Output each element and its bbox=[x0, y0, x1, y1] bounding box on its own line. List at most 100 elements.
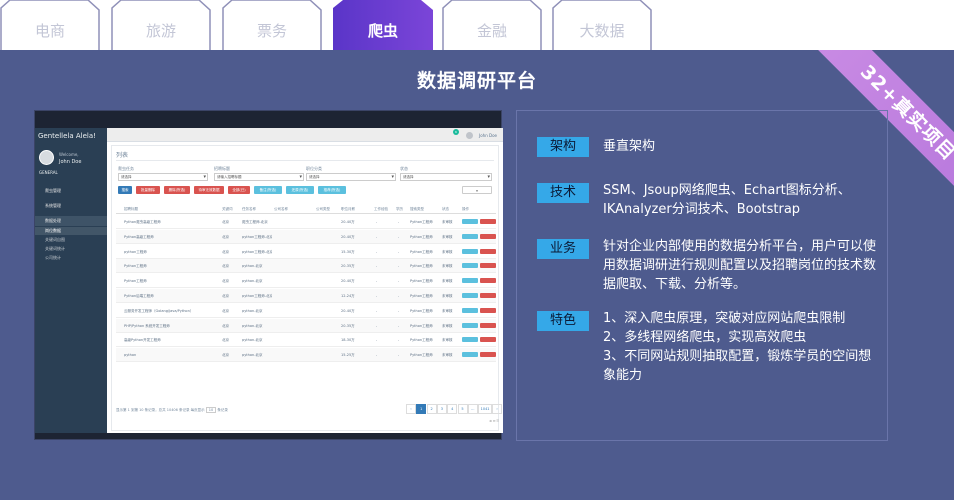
delete-row-button[interactable] bbox=[480, 293, 496, 298]
delete-row-button[interactable] bbox=[480, 352, 496, 358]
tab-travel[interactable]: 旅游 bbox=[111, 0, 211, 50]
delete-selected-button[interactable]: 删除(所选) bbox=[164, 186, 190, 194]
page-size-select[interactable]: 10 bbox=[205, 407, 217, 413]
recommend-selected-button[interactable]: 推荐(所选) bbox=[318, 186, 346, 194]
filter-select-task[interactable]: 请选择 bbox=[118, 173, 208, 181]
row-keyword: 北京 bbox=[222, 338, 229, 343]
row-status: 未审核 bbox=[442, 353, 453, 358]
filter-select-category[interactable]: 请选择 bbox=[306, 173, 396, 181]
pagination-item[interactable]: 1041 bbox=[478, 404, 493, 414]
row-experience: - bbox=[376, 323, 378, 328]
filter-select-status[interactable]: 请选择 bbox=[400, 173, 492, 181]
delete-row-button[interactable] bbox=[480, 307, 496, 313]
delete-row-button[interactable] bbox=[480, 263, 496, 269]
row-education: - bbox=[398, 323, 400, 328]
notification-badge[interactable]: 6 bbox=[453, 129, 459, 135]
topbar-avatar[interactable] bbox=[466, 132, 473, 139]
tab-ecommerce[interactable]: 电商 bbox=[0, 0, 100, 50]
pagination-item[interactable]: 5 bbox=[457, 404, 468, 414]
row-status: 未审核 bbox=[442, 308, 453, 313]
table-row[interactable]: Python工程师 北京 python-北京 20-35万 Python工程师 未审核 - - bbox=[116, 259, 496, 274]
row-status: 未审核 bbox=[442, 264, 453, 269]
table-row[interactable]: Python后端工程师 北京 python工程师-北京 12-24万 Python工程师… bbox=[116, 289, 496, 303]
table-row[interactable]: 高级Python开发工程师 北京 python-北京 18-30万 Python工程师 未… bbox=[116, 333, 496, 348]
edit-row-button[interactable] bbox=[462, 307, 478, 313]
edit-row-button[interactable] bbox=[462, 322, 478, 328]
sidebar-sub-keyword-map[interactable]: 关键词自图 bbox=[35, 236, 107, 244]
pagination-item[interactable]: 3 bbox=[436, 404, 447, 414]
delete-row-button[interactable] bbox=[480, 219, 496, 224]
table-row[interactable]: Python爬虫高级工程师 北京 爬虫工程师-北京 20-40万 Python工程师 未审… bbox=[116, 215, 496, 229]
row-education: - bbox=[398, 279, 400, 284]
row-task: python-北京 bbox=[242, 279, 263, 284]
edit-row-button[interactable] bbox=[462, 278, 478, 284]
table-footer: 显示第 1 到第 10 条记录，总共 10406 条记录 每页显示 10 条记录 bbox=[116, 407, 228, 413]
row-search-type: Python工程师 bbox=[410, 323, 433, 328]
table-row[interactable]: Python工程师 北京 python-北京 20-40万 Python工程师 未审核 - - bbox=[116, 274, 496, 289]
pagination-item[interactable]: › bbox=[492, 404, 503, 414]
footer-suffix: 条记录 bbox=[217, 408, 228, 412]
row-salary: 20-40万 bbox=[341, 234, 355, 239]
pagination-item[interactable]: 2 bbox=[426, 404, 437, 414]
sidebar-sub-keyword-stats[interactable]: 关键词统计 bbox=[35, 245, 107, 253]
pagination-item[interactable]: ... bbox=[467, 404, 478, 414]
avatar bbox=[39, 150, 54, 165]
col-experience: 工作经验 bbox=[374, 207, 388, 211]
row-title: python bbox=[124, 353, 137, 358]
pagination-item[interactable]: 1 bbox=[416, 404, 427, 414]
table-row[interactable]: PHP/Python 系统开发工程师 北京 python-北京 20-35万 Pytho… bbox=[116, 318, 496, 333]
sidebar-item-data[interactable]: 数据处理 bbox=[35, 216, 107, 226]
sidebar-sub-company-stats[interactable]: 公司统计 bbox=[35, 254, 107, 262]
col-search-type: 搜索类型 bbox=[410, 207, 424, 211]
tab-ticketing[interactable]: 票务 bbox=[222, 0, 322, 50]
invalid-data-button[interactable]: 待审无效数据 bbox=[194, 186, 224, 194]
row-search-type: Python工程师 bbox=[410, 338, 433, 343]
pagination-item[interactable]: ‹ bbox=[406, 404, 416, 414]
edit-row-button[interactable] bbox=[462, 233, 478, 239]
row-title: python工程师 bbox=[124, 249, 147, 254]
row-title: Python工程师 bbox=[124, 279, 147, 284]
edit-row-button[interactable] bbox=[462, 352, 478, 358]
row-search-type: Python工程师 bbox=[410, 294, 433, 298]
delete-row-button[interactable] bbox=[480, 233, 496, 239]
delete-row-button[interactable] bbox=[480, 278, 496, 284]
edit-row-button[interactable] bbox=[462, 219, 478, 224]
filter-input-title[interactable]: 请输入招聘标题 bbox=[214, 173, 304, 181]
restore-selected-button[interactable]: 还原(所选) bbox=[286, 186, 314, 194]
row-search-type: Python工程师 bbox=[410, 353, 433, 358]
row-salary: 20-40万 bbox=[341, 279, 355, 284]
delete-row-button[interactable] bbox=[480, 322, 496, 328]
row-education: - bbox=[398, 220, 400, 224]
row-experience: - bbox=[376, 353, 378, 358]
edit-row-button[interactable] bbox=[462, 263, 478, 269]
edit-row-button[interactable] bbox=[462, 293, 478, 298]
select-all-button[interactable]: 全部(已) bbox=[228, 186, 250, 194]
topbar-user-name[interactable]: John Doe bbox=[479, 133, 497, 138]
table-row[interactable]: 云服务开发工程师（Golang/Java/Python） 北京 python-北京 2… bbox=[116, 304, 496, 318]
table-row[interactable]: python 北京 python-北京 15-25万 Python工程师 未审核 - - bbox=[116, 348, 496, 363]
edit-row-button[interactable] bbox=[462, 248, 478, 254]
note-selected-button[interactable]: 备注(所选) bbox=[254, 186, 282, 194]
sidebar-item-system[interactable]: 系统管理 bbox=[35, 201, 107, 211]
table-row[interactable]: python工程师 北京 python工程师-北京 15-30万 Python工程师 未审… bbox=[116, 245, 496, 259]
row-status: 未审核 bbox=[442, 220, 453, 224]
col-company: 公司名称 bbox=[274, 207, 288, 211]
row-salary: 15-25万 bbox=[341, 353, 355, 358]
batch-delete-button[interactable]: 批量删除 bbox=[136, 186, 160, 194]
pagination-item[interactable]: 4 bbox=[447, 404, 458, 414]
sidebar-sub-jobs[interactable]: 岗位数据 bbox=[35, 227, 107, 235]
tab-crawler[interactable]: 爬虫 bbox=[333, 0, 433, 50]
label-features: 特色 bbox=[537, 311, 589, 331]
search-button[interactable]: 搜索 bbox=[118, 186, 132, 194]
delete-row-button[interactable] bbox=[480, 337, 496, 343]
table-row[interactable]: Python高级工程师 北京 python工程师-北京 20-40万 Python工程师… bbox=[116, 229, 496, 244]
delete-row-button[interactable] bbox=[480, 248, 496, 254]
row-education: - bbox=[398, 294, 400, 298]
table-header: 招聘标题 关键词 任务名称 公司名称 公司类型 职位月薪 工作经验 学历 搜索类… bbox=[116, 204, 496, 214]
edit-row-button[interactable] bbox=[462, 337, 478, 343]
features-list: 1、深入爬虫原理，突破对应网站爬虫限制 2、多线程网络爬虫，实现高效爬虫 3、不… bbox=[603, 309, 881, 385]
tab-finance[interactable]: 金融 bbox=[442, 0, 542, 50]
sidebar-item-crawler[interactable]: 爬虫管理 bbox=[35, 186, 107, 196]
tab-bigdata[interactable]: 大数据 bbox=[552, 0, 652, 50]
column-toggle-button[interactable]: ▾ bbox=[462, 186, 492, 194]
